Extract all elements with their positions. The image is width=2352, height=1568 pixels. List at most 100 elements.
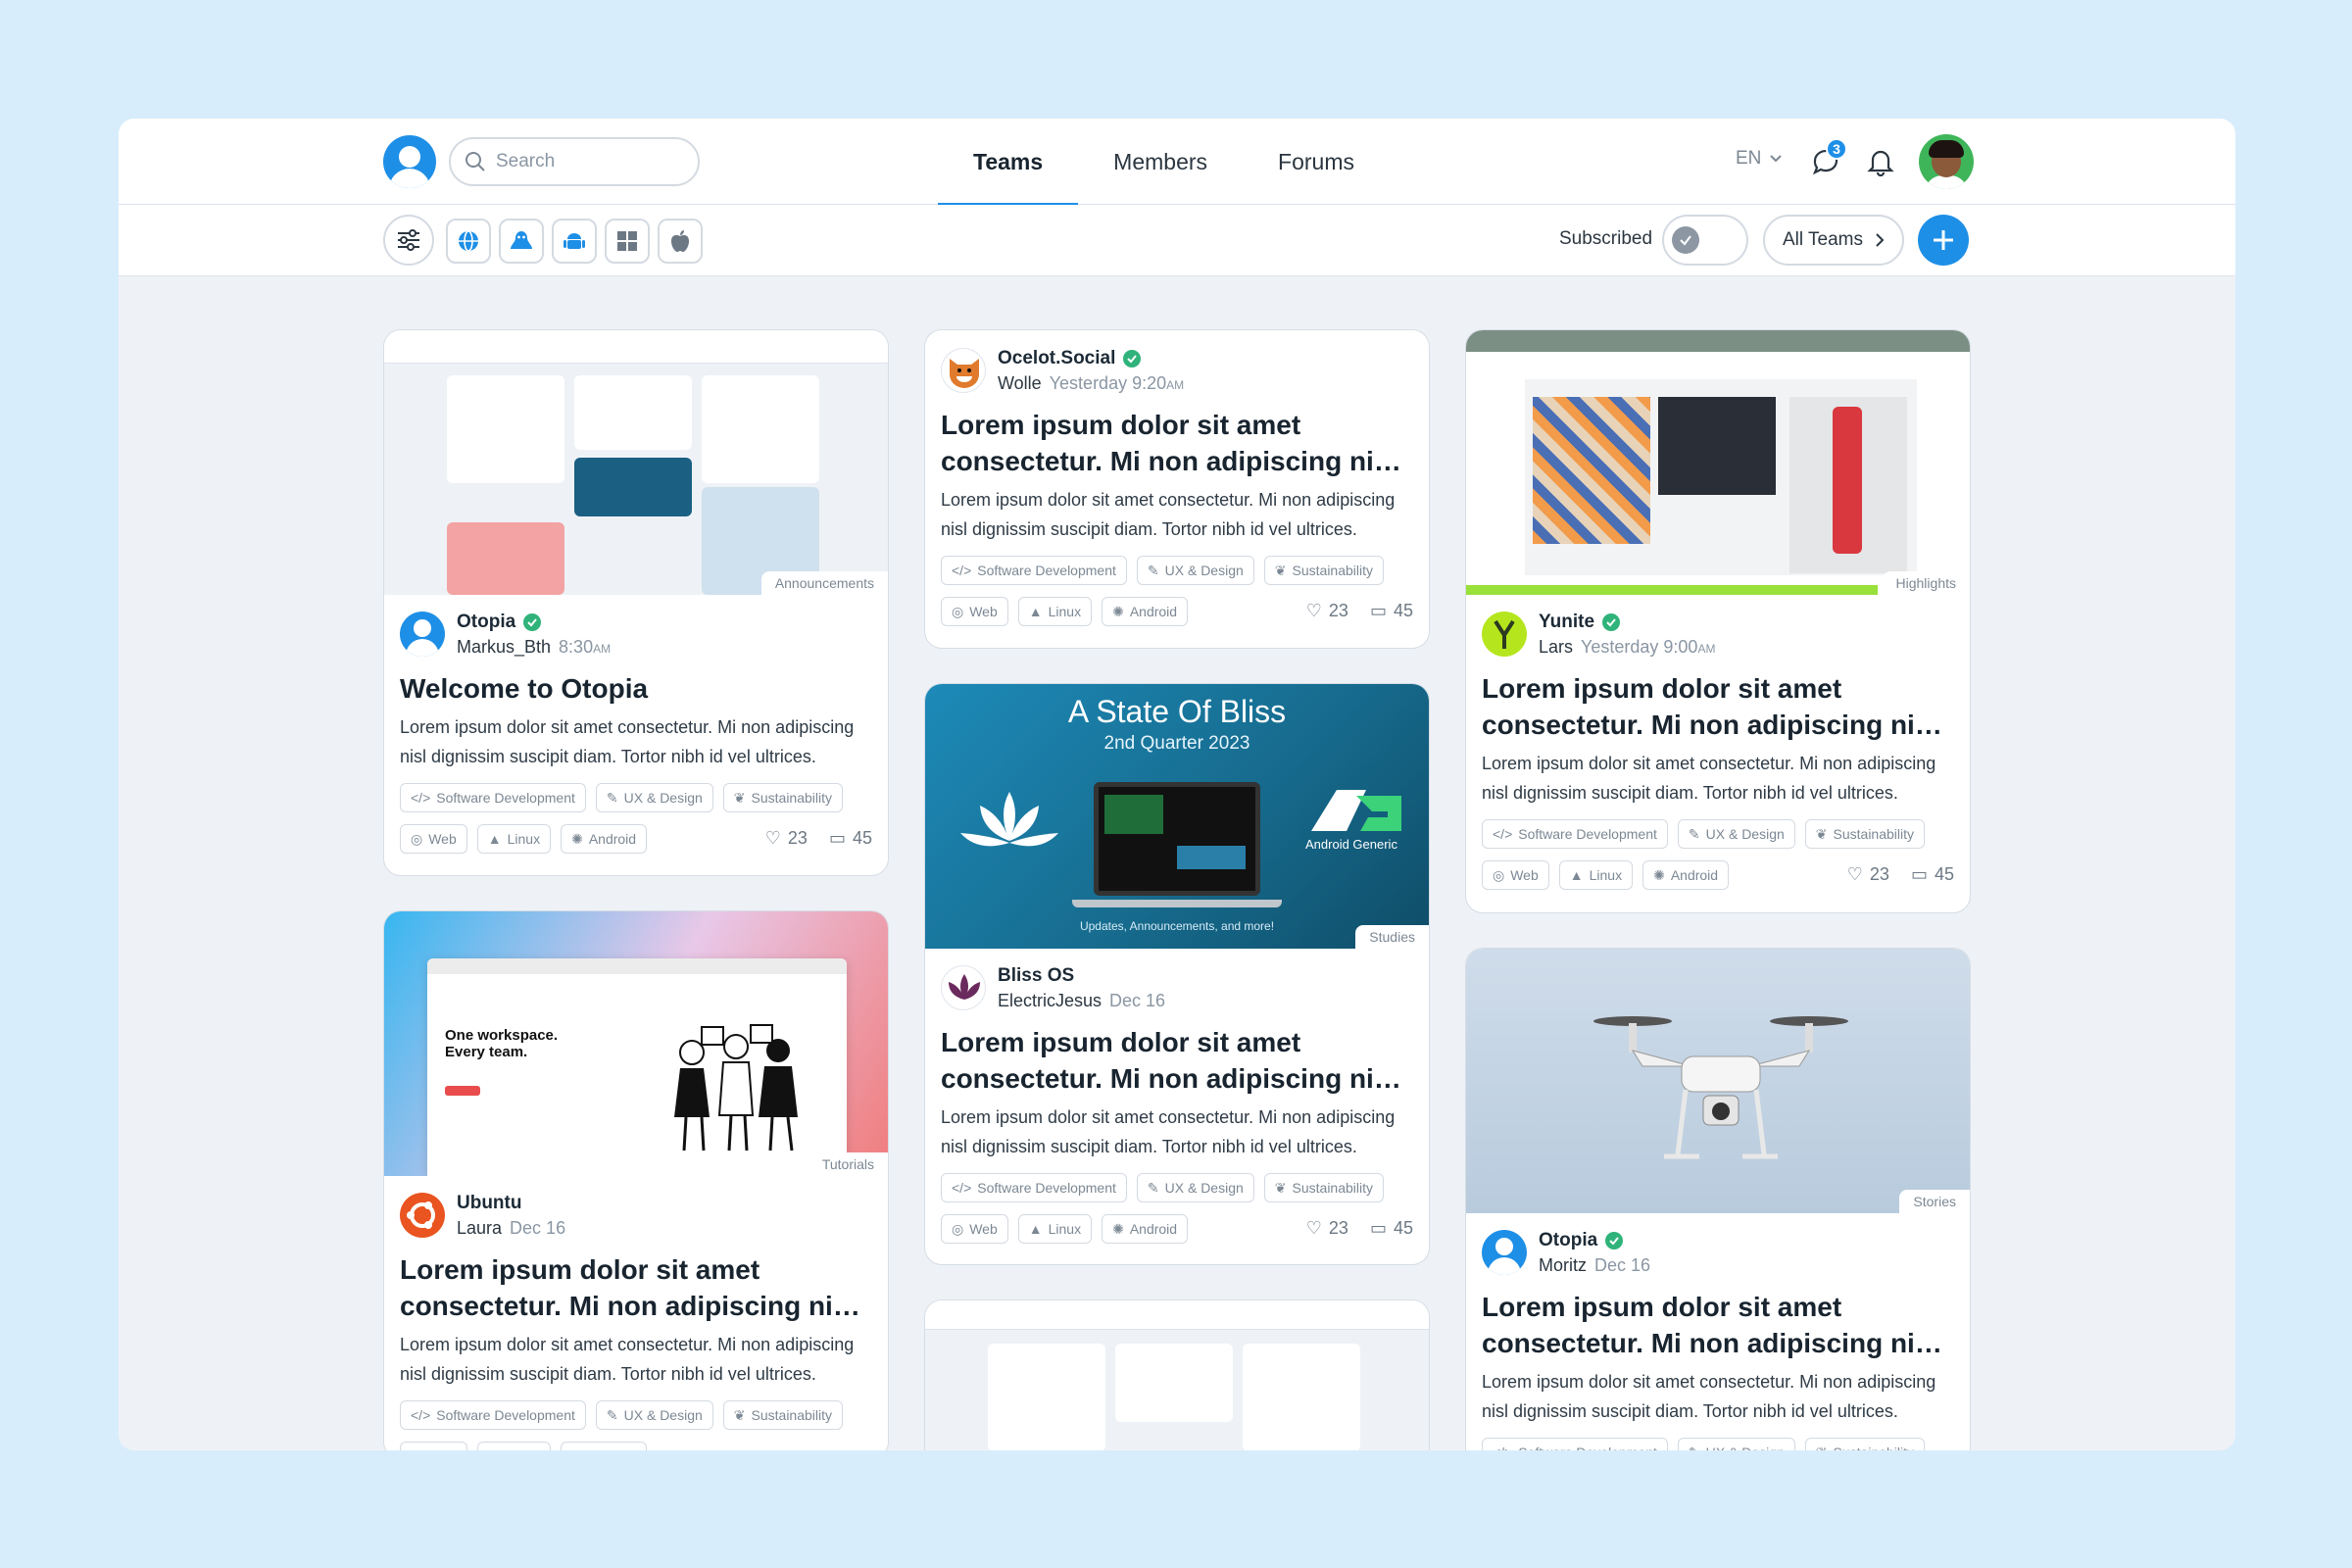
drone-illustration	[1593, 1016, 1848, 1159]
tag-web[interactable]: ◎Web	[1482, 860, 1549, 890]
subscribed-toggle[interactable]	[1662, 215, 1748, 266]
tag-sustainability[interactable]: ❦Sustainability	[722, 1400, 844, 1430]
tag-software-development[interactable]: </>Software Development	[1482, 819, 1668, 849]
verified-icon	[523, 613, 542, 631]
tag-ux-design[interactable]: ✎UX & Design	[1136, 556, 1254, 585]
platform-apple-button[interactable]	[658, 219, 703, 264]
card-body: Ocelot.Social Wolle Yesterday 9:20AM Lore…	[941, 346, 1413, 626]
tag-ux-design[interactable]: ✎UX & Design	[1677, 819, 1795, 849]
post-time: Yesterday 9:20	[1049, 373, 1167, 393]
post-description: Lorem ipsum dolor sit amet consectetur. …	[941, 490, 1396, 539]
user-avatar[interactable]	[1919, 134, 1974, 189]
tab-members[interactable]: Members	[1078, 119, 1243, 205]
platform-windows-button[interactable]	[605, 219, 650, 264]
tag-linux[interactable]: ▲Linux	[1558, 860, 1634, 890]
tag-web[interactable]: ◎Web	[400, 1442, 467, 1450]
platform-web-button[interactable]	[446, 219, 491, 264]
tag-linux[interactable]: ▲Linux	[1017, 597, 1093, 626]
like-button[interactable]: ♡ 23	[1306, 1218, 1348, 1239]
tag-ux-design[interactable]: ✎UX & Design	[595, 783, 713, 812]
filter-settings-button[interactable]	[383, 215, 434, 266]
tag-web[interactable]: ◎Web	[941, 1214, 1008, 1244]
post-title[interactable]: Lorem ipsum dolor sit amet consectetur. …	[941, 1024, 1413, 1097]
language-selector[interactable]: EN	[1736, 148, 1783, 170]
chevron-down-icon	[1770, 155, 1783, 163]
pen-icon: ✎	[1689, 1445, 1700, 1451]
tag-sustainability[interactable]: ❦Sustainability	[1804, 819, 1926, 849]
author-name: Laura	[457, 1218, 503, 1238]
tag-sustainability[interactable]: ❦Sustainability	[1263, 556, 1385, 585]
tag-linux[interactable]: ▲Linux	[476, 1442, 552, 1450]
tag-sustainability[interactable]: ❦Sustainability	[1804, 1438, 1926, 1450]
all-teams-dropdown[interactable]: All Teams	[1763, 215, 1904, 266]
card-body: Ubuntu Laura Dec 16 Lorem ipsum dolor sit…	[400, 1191, 872, 1450]
tag-software-development[interactable]: </>Software Development	[941, 556, 1127, 585]
like-button[interactable]: ♡ 23	[1847, 864, 1889, 885]
verified-icon	[1605, 1232, 1624, 1250]
tag-android[interactable]: ✺Android	[561, 1442, 648, 1450]
tag-software-development[interactable]: </>Software Development	[400, 783, 586, 812]
comment-button[interactable]: ▭ 45	[829, 828, 872, 849]
like-button[interactable]: ♡ 23	[765, 828, 808, 849]
tag-android[interactable]: ✺Android	[1102, 1214, 1189, 1244]
code-icon: </>	[411, 790, 431, 806]
tag-software-development[interactable]: </>Software Development	[400, 1400, 586, 1430]
tag-ux-design[interactable]: ✎UX & Design	[1677, 1438, 1795, 1451]
tag-ux-design[interactable]: ✎UX & Design	[595, 1400, 713, 1430]
image-headline-1: One workspace.	[445, 1027, 559, 1044]
android-icon: ✺	[571, 830, 583, 847]
team-card-otopia[interactable]: Announcements Otopia Markus_Bth 8:30AM We…	[383, 329, 889, 876]
tag-web[interactable]: ◎Web	[941, 597, 1008, 626]
post-title[interactable]: Lorem ipsum dolor sit amet consectetur. …	[941, 407, 1413, 479]
team-card-partial[interactable]	[924, 1299, 1430, 1450]
pen-icon: ✎	[1688, 825, 1700, 842]
tag-ux-design[interactable]: ✎UX & Design	[1136, 1173, 1254, 1202]
post-description: Lorem ipsum dolor sit amet consectetur. …	[400, 1335, 855, 1384]
comment-button[interactable]: ▭ 45	[1370, 1218, 1413, 1239]
tab-forums[interactable]: Forums	[1243, 119, 1390, 205]
sliders-icon	[398, 229, 419, 251]
image-category-tag: Stories	[1899, 1190, 1970, 1213]
like-button[interactable]: ♡ 23	[1306, 601, 1348, 621]
post-time: 8:30	[559, 637, 594, 657]
team-card-ubuntu[interactable]: One workspace. Every team. Tutorials Ubu…	[383, 910, 889, 1450]
tag-android[interactable]: ✺Android	[561, 824, 648, 854]
org-name: Yunite	[1539, 612, 1595, 632]
tag-android[interactable]: ✺Android	[1642, 860, 1730, 890]
code-icon: </>	[952, 1180, 972, 1196]
post-title[interactable]: Welcome to Otopia	[400, 670, 872, 707]
post-title[interactable]: Lorem ipsum dolor sit amet consectetur. …	[400, 1251, 872, 1324]
leaf-icon: ❦	[733, 1406, 746, 1423]
tag-linux[interactable]: ▲Linux	[1017, 1214, 1093, 1244]
app-logo[interactable]	[383, 135, 436, 188]
org-name: Otopia	[1539, 1230, 1598, 1250]
post-title[interactable]: Lorem ipsum dolor sit amet consectetur. …	[1482, 1289, 1954, 1361]
team-card-ocelot-social[interactable]: Ocelot.Social Wolle Yesterday 9:20AM Lore…	[924, 329, 1430, 649]
tag-web[interactable]: ◎Web	[400, 824, 467, 854]
android-generic-logo	[1311, 790, 1401, 831]
team-card-bliss-os[interactable]: A State Of Bliss 2nd Quarter 2023 Androi…	[924, 683, 1430, 1265]
comment-icon: ▭	[1369, 1218, 1387, 1238]
leaf-icon: ❦	[1274, 1179, 1287, 1196]
notifications-button[interactable]	[1863, 144, 1898, 179]
tag-sustainability[interactable]: ❦Sustainability	[1263, 1173, 1385, 1202]
tag-sustainability[interactable]: ❦Sustainability	[722, 783, 844, 812]
image-category-tag: Announcements	[760, 571, 888, 595]
tag-software-development[interactable]: </>Software Development	[1482, 1438, 1668, 1450]
image-subtitle: 2nd Quarter 2023	[1103, 733, 1250, 754]
platform-linux-button[interactable]	[499, 219, 544, 264]
tab-teams[interactable]: Teams	[938, 119, 1079, 207]
messages-button[interactable]: 3	[1808, 138, 1847, 179]
team-card-yunite[interactable]: Highlights Yunite Lars Yesterday 9:00AM L…	[1465, 329, 1971, 913]
tag-android[interactable]: ✺Android	[1102, 597, 1189, 626]
verified-icon	[1602, 613, 1621, 631]
comment-button[interactable]: ▭ 45	[1370, 601, 1413, 621]
post-title[interactable]: Lorem ipsum dolor sit amet consectetur. …	[1482, 670, 1954, 743]
team-card-otopia-stories[interactable]: Stories Otopia Moritz Dec 16 Lorem ipsum …	[1465, 948, 1971, 1450]
tag-linux[interactable]: ▲Linux	[476, 824, 552, 854]
comment-button[interactable]: ▭ 45	[1911, 864, 1954, 885]
add-button[interactable]	[1918, 215, 1969, 266]
tag-software-development[interactable]: </>Software Development	[941, 1173, 1127, 1202]
search-field[interactable]: Search	[449, 137, 700, 186]
platform-android-button[interactable]	[552, 219, 597, 264]
